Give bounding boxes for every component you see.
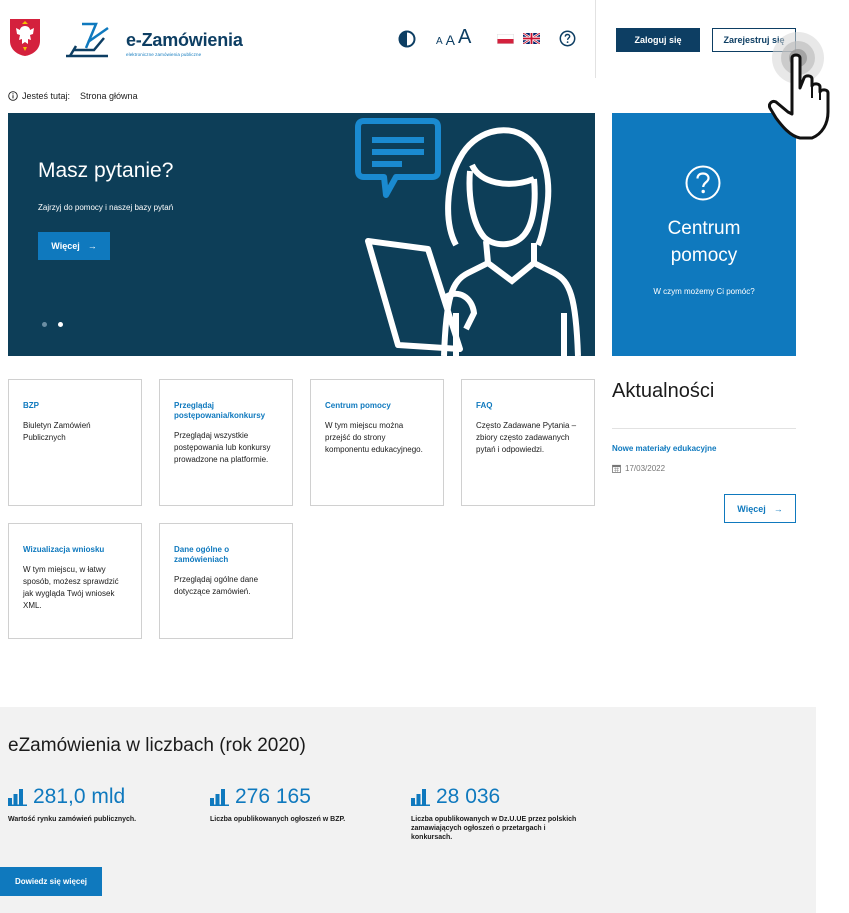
news-date: 17/03/2022 — [612, 464, 665, 473]
breadcrumb-home-link[interactable]: Strona główna — [80, 91, 138, 101]
card-help-center[interactable]: Centrum pomocy W tym miejscu można przej… — [310, 379, 444, 506]
register-button[interactable]: Zarejestruj się — [712, 28, 796, 52]
card-title: Dane ogólne o zamówieniach — [174, 545, 230, 564]
chat-bubble-icon — [355, 118, 441, 198]
card-title: FAQ — [476, 401, 493, 410]
bar-chart-icon — [8, 789, 27, 806]
e-zamowienia-logo-icon[interactable] — [64, 20, 122, 60]
learn-more-button[interactable]: Dowiedz się więcej — [0, 867, 102, 896]
card-text: Przeglądaj ogólne dane dotyczące zamówie… — [174, 575, 259, 596]
login-button[interactable]: Zaloguj się — [616, 28, 700, 52]
carousel-dot-2[interactable] — [58, 322, 63, 327]
hero-more-label: Więcej — [51, 241, 80, 251]
bar-chart-icon — [210, 789, 229, 806]
site-header: e-Zamówienia elektroniczne zamówienia pu… — [0, 0, 849, 80]
question-circle-icon — [685, 165, 721, 201]
flag-gb-icon[interactable] — [523, 33, 540, 44]
card-title: BZP — [23, 401, 39, 410]
breadcrumb-prefix: Jesteś tutaj: — [22, 91, 71, 101]
logo-subtitle: elektroniczne zamówienia publiczne — [126, 52, 202, 57]
stat-eu-notices: 28 036 Liczba opublikowanych w Dz.U.UE p… — [411, 785, 591, 842]
stat-description: Wartość rynku zamówień publicznych. — [8, 816, 137, 823]
news-divider — [612, 428, 796, 429]
news-date-text: 17/03/2022 — [625, 464, 666, 473]
stat-description: Liczba opublikowanych w Dz.U.UE przez po… — [411, 816, 577, 841]
arrow-right-icon: → — [773, 503, 783, 514]
card-text: W tym miejscu można przejść do strony ko… — [325, 421, 423, 454]
help-center-tile[interactable]: Centrum pomocy W czym możemy Ci pomóc? — [612, 113, 796, 356]
bar-chart-icon — [411, 789, 430, 806]
stat-value: 276 165 — [235, 785, 311, 808]
hero-text: Zajrzyj do pomocy i naszej bazy pytań — [38, 203, 174, 212]
stat-description: Liczba opublikowanych ogłoszeń w BZP. — [210, 816, 346, 823]
contrast-icon[interactable] — [398, 30, 416, 48]
card-bzp[interactable]: BZP Biuletyn Zamówień Publicznych — [8, 379, 142, 506]
hero-banner: Masz pytanie? Zajrzyj do pomocy i naszej… — [8, 113, 595, 356]
breadcrumb: Jesteś tutaj: Strona główna — [8, 91, 138, 101]
card-title: Przeglądaj postępowania/konkursy — [174, 401, 266, 420]
stat-value-row: 28 036 — [411, 785, 591, 809]
logo-title[interactable]: e-Zamówienia — [126, 30, 243, 51]
help-tile-subtitle: W czym możemy Ci pomóc? — [653, 287, 755, 296]
carousel-dot-1[interactable] — [42, 322, 47, 327]
card-application-visualization[interactable]: Wizualizacja wniosku W tym miejscu, w ła… — [8, 523, 142, 639]
info-icon — [8, 91, 18, 101]
card-text: Często Zadawane Pytania – zbiory często … — [476, 421, 577, 454]
stats-title: eZamówienia w liczbach (rok 2020) — [8, 735, 306, 756]
arrow-right-icon: → — [87, 241, 97, 251]
stat-value-row: 276 165 — [210, 785, 390, 809]
font-size-medium-button[interactable]: A — [446, 33, 455, 47]
card-browse-procedures[interactable]: Przeglądaj postępowania/konkursy Przeglą… — [159, 379, 293, 506]
card-title: Centrum pomocy — [325, 401, 391, 410]
poland-emblem-icon[interactable] — [8, 17, 42, 57]
stat-bzp-notices: 276 165 Liczba opublikowanych ogłoszeń w… — [210, 785, 390, 824]
font-size-small-button[interactable]: A — [436, 37, 443, 47]
carousel-dots — [42, 322, 63, 327]
news-more-button[interactable]: Więcej → — [724, 494, 796, 523]
help-tile-title: Centrum pomocy — [667, 218, 741, 266]
news-item-link[interactable]: Nowe materiały edukacyjne — [612, 444, 717, 453]
hero-title: Masz pytanie? — [38, 159, 174, 182]
hero-more-button[interactable]: Więcej → — [38, 232, 110, 260]
news-heading: Aktualności — [612, 380, 715, 402]
stat-value: 281,0 mld — [33, 785, 126, 808]
card-title: Wizualizacja wniosku — [23, 545, 105, 554]
font-size-large-button[interactable]: A — [458, 27, 471, 47]
news-more-label: Więcej — [737, 503, 766, 514]
support-agent-illustration — [355, 118, 581, 356]
calendar-icon — [612, 464, 621, 473]
stat-value: 28 036 — [436, 785, 501, 808]
font-size-switcher: A A A — [436, 27, 471, 47]
header-divider — [595, 0, 596, 78]
card-text: W tym miejscu, w łatwy sposób, możesz sp… — [23, 565, 119, 610]
card-text: Przeglądaj wszystkie postępowania lub ko… — [174, 431, 271, 464]
card-text: Biuletyn Zamówień Publicznych — [23, 421, 91, 442]
stat-market-value: 281,0 mld Wartość rynku zamówień publicz… — [8, 785, 188, 824]
flag-pl-icon[interactable] — [497, 34, 514, 44]
card-general-data[interactable]: Dane ogólne o zamówieniach Przeglądaj og… — [159, 523, 293, 639]
stat-value-row: 281,0 mld — [8, 785, 188, 809]
help-icon[interactable] — [559, 30, 576, 47]
stats-section: eZamówienia w liczbach (rok 2020) 281,0 … — [0, 707, 816, 913]
card-faq[interactable]: FAQ Często Zadawane Pytania – zbiory czę… — [461, 379, 595, 506]
